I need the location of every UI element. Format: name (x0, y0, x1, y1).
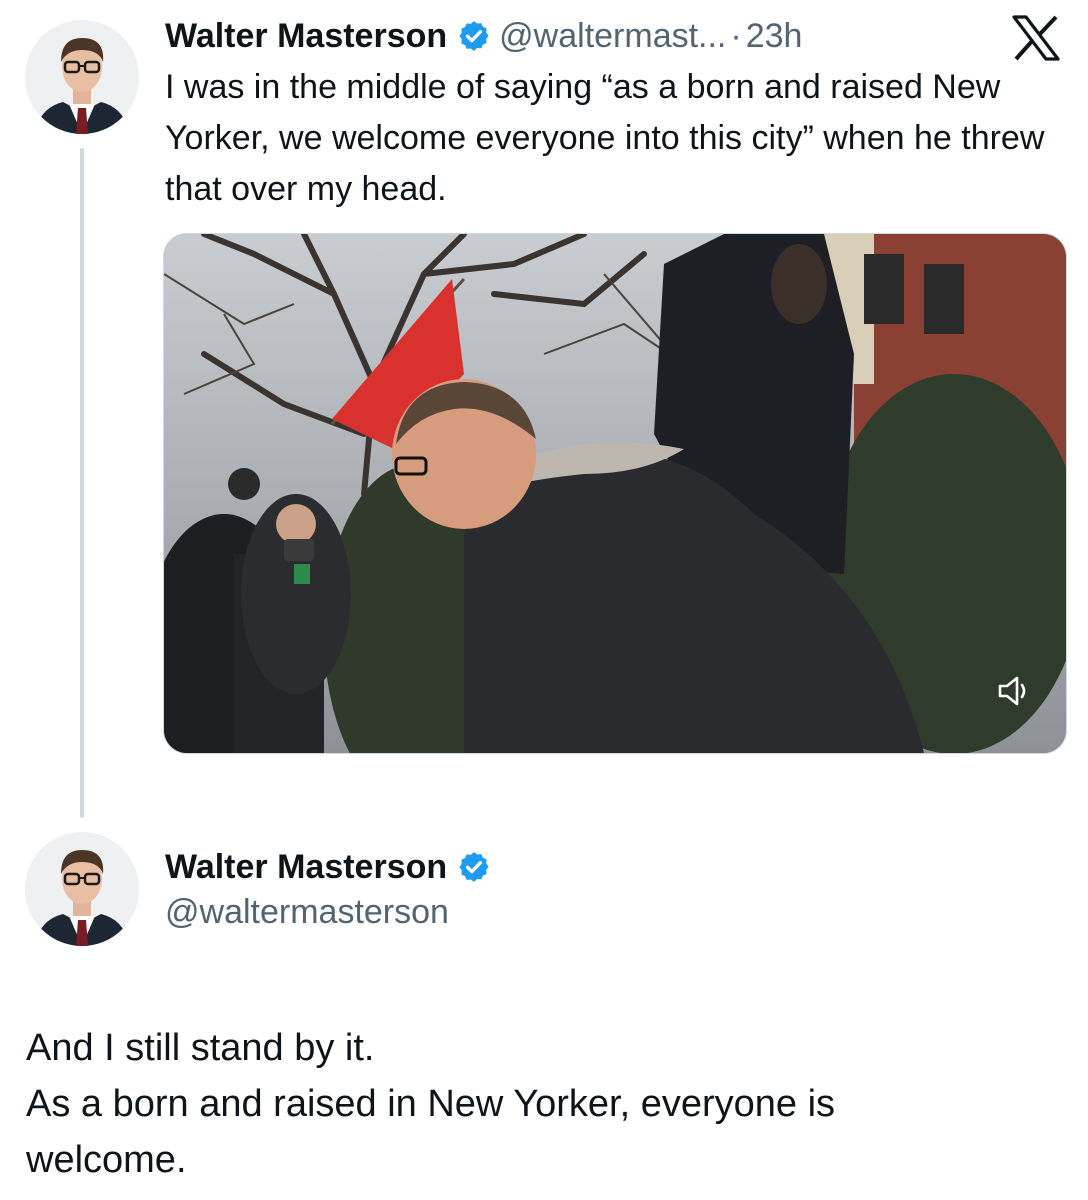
tweet-text: I was in the middle of saying “as a born… (165, 68, 1045, 208)
reply-text-line: welcome. (26, 1139, 187, 1181)
author-handle[interactable]: @waltermast... (499, 17, 726, 56)
dot-separator: · (730, 16, 742, 55)
reply-text-line: And I still stand by it. (26, 1027, 375, 1069)
tweet-header: Walter Masterson @waltermast... · 23h (165, 14, 802, 58)
tweet-timestamp[interactable]: 23h (746, 17, 803, 56)
tweet-video[interactable] (163, 233, 1067, 754)
author-avatar[interactable] (25, 20, 139, 134)
reply-header: Walter Masterson (165, 845, 499, 889)
reply-text-line: As a born and raised in New Yorker, ever… (26, 1083, 836, 1125)
thread-connector-line (80, 148, 84, 818)
volume-muted-icon[interactable] (992, 669, 1036, 713)
reply-author-avatar[interactable] (25, 832, 139, 946)
verified-badge-icon (457, 19, 491, 53)
x-logo-icon (1010, 14, 1062, 62)
reply-author-name[interactable]: Walter Masterson (165, 848, 447, 887)
reply-text: And I still stand by it. As a born and r… (26, 1020, 1066, 1188)
author-name[interactable]: Walter Masterson (165, 17, 447, 56)
reply-author-handle[interactable]: @waltermasterson (165, 893, 449, 932)
verified-badge-icon (457, 850, 491, 884)
